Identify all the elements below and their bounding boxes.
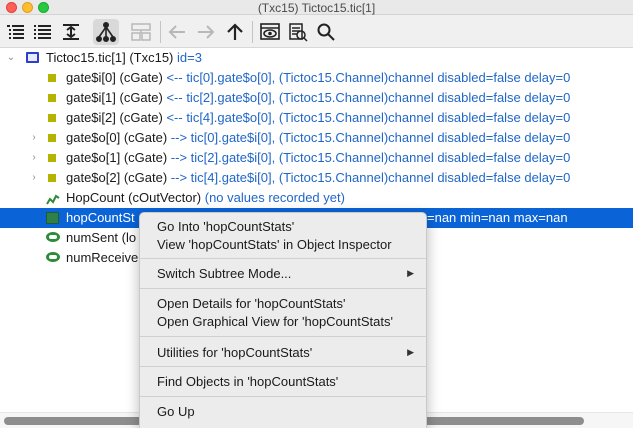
toolbar-separator [252, 21, 253, 43]
hopcount-name: HopCount (cOutVector) [66, 190, 202, 205]
menu-item-go-up[interactable]: Go Up [140, 402, 426, 421]
watch-icon [46, 252, 60, 264]
tree-item-gate[interactable]: gate$i[2] (cGate) <-- tic[4].gate$o[0], … [0, 108, 633, 128]
tree-item-gate[interactable]: › gate$o[2] (cGate) --> tic[4].gate$i[0]… [0, 168, 633, 188]
back-icon[interactable] [164, 19, 190, 45]
gate-icon [46, 152, 58, 164]
statistic-icon [46, 212, 59, 224]
tree-item-gate[interactable]: › gate$o[1] (cGate) --> tic[2].gate$i[0]… [0, 148, 633, 168]
output-vector-icon [46, 192, 60, 205]
numsent-name: numSent (lo [66, 230, 137, 245]
gate-info: <-- tic[0].gate$o[0], (Tictoc15.Channel)… [166, 70, 571, 85]
gate-info: <-- tic[4].gate$o[0], (Tictoc15.Channel)… [166, 110, 571, 125]
menu-item-switch-subtree-mode[interactable]: Switch Subtree Mode... ▶ [140, 264, 426, 283]
submenu-arrow-icon: ▶ [407, 268, 414, 278]
gate-icon [46, 112, 58, 124]
gate-info: --> tic[2].gate$i[0], (Tictoc15.Channel)… [170, 150, 571, 165]
menu-separator [140, 288, 426, 289]
menu-item-go-into[interactable]: Go Into 'hopCountStats' [140, 217, 426, 236]
tree-item-root[interactable]: ⌄ Tictoc15.tic[1] (Txc15) id=3 [0, 48, 633, 68]
menu-separator [140, 336, 426, 337]
hopcountstats-name: hopCountSt [66, 210, 135, 225]
tree-item-label: gate$o[1] (cGate) --> tic[2].gate$i[0], … [66, 148, 570, 168]
hopcountstats-info: =nan min=nan max=nan [427, 210, 568, 225]
gate-info: --> tic[4].gate$i[0], (Tictoc15.Channel)… [170, 170, 571, 185]
tree-item-gate[interactable]: gate$i[1] (cGate) <-- tic[2].gate$o[0], … [0, 88, 633, 108]
children-mode-icon[interactable] [3, 19, 29, 45]
up-icon[interactable] [222, 19, 248, 45]
gate-icon [46, 72, 58, 84]
tree-item-hopcount[interactable]: HopCount (cOutVector) (no values recorde… [0, 188, 633, 208]
menu-item-find-objects[interactable]: Find Objects in 'hopCountStats' [140, 372, 426, 391]
module-icon [26, 52, 39, 63]
gate-name: gate$o[2] (cGate) [66, 170, 168, 185]
menu-item-utilities[interactable]: Utilities for 'hopCountStats' ▶ [140, 343, 426, 362]
gate-name: gate$i[1] (cGate) [66, 90, 163, 105]
gate-icon [46, 92, 58, 104]
tree-item-label: HopCount (cOutVector) (no values recorde… [66, 188, 345, 208]
tree-item-gate[interactable]: gate$i[0] (cGate) <-- tic[0].gate$o[0], … [0, 68, 633, 88]
numreceived-name: numReceive [66, 250, 139, 265]
search-icon[interactable] [313, 19, 339, 45]
chevron-right-icon[interactable]: › [28, 148, 40, 168]
watch-icon [46, 232, 60, 244]
menu-separator [140, 258, 426, 259]
tree-item-label: gate$i[1] (cGate) <-- tic[2].gate$o[0], … [66, 88, 570, 108]
gate-name: gate$i[0] (cGate) [66, 70, 163, 85]
tree-item-label: gate$o[2] (cGate) --> tic[4].gate$i[0], … [66, 168, 570, 188]
menu-separator [140, 366, 426, 367]
chevron-right-icon[interactable]: › [28, 168, 40, 188]
context-menu: Go Into 'hopCountStats' View 'hopCountSt… [139, 212, 427, 428]
menu-item-open-details[interactable]: Open Details for 'hopCountStats' [140, 294, 426, 313]
tree-item-label: gate$i[2] (cGate) <-- tic[4].gate$o[0], … [66, 108, 570, 128]
menu-item-label: Switch Subtree Mode... [157, 266, 292, 281]
menu-item-view-in-inspector[interactable]: View 'hopCountStats' in Object Inspector [140, 235, 426, 254]
inheritance-mode-icon[interactable] [93, 19, 119, 45]
submenu-arrow-icon: ▶ [407, 347, 414, 357]
hopcount-info: (no values recorded yet) [204, 190, 345, 205]
gate-info: <-- tic[2].gate$o[0], (Tictoc15.Channel)… [166, 90, 571, 105]
gate-name: gate$o[0] (cGate) [66, 130, 168, 145]
window-title: (Txc15) Tictoc15.tic[1] [257, 1, 376, 15]
menu-item-label: Utilities for 'hopCountStats' [157, 345, 313, 360]
grid-mode-icon[interactable] [128, 19, 154, 45]
menu-item-open-graphical-view[interactable]: Open Graphical View for 'hopCountStats' [140, 312, 426, 331]
menu-separator [140, 396, 426, 397]
tree-item-label: Tictoc15.tic[1] (Txc15) id=3 [46, 48, 202, 68]
gate-name: gate$i[2] (cGate) [66, 110, 163, 125]
inspect-icon[interactable] [257, 19, 283, 45]
gate-name: gate$o[1] (cGate) [66, 150, 168, 165]
tree-item-gate[interactable]: › gate$o[0] (cGate) --> tic[0].gate$i[0]… [0, 128, 633, 148]
forward-icon[interactable] [193, 19, 219, 45]
gate-icon [46, 132, 58, 144]
grouped-mode-icon[interactable] [58, 19, 84, 45]
toolbar [0, 15, 633, 48]
title-bar: (Txc15) Tictoc15.tic[1] [0, 0, 633, 15]
gate-icon [46, 172, 58, 184]
tree-item-label: gate$o[0] (cGate) --> tic[0].gate$i[0], … [66, 128, 570, 148]
gate-info: --> tic[0].gate$i[0], (Tictoc15.Channel)… [170, 130, 571, 145]
chevron-down-icon[interactable]: ⌄ [5, 48, 17, 68]
flat-mode-icon[interactable] [30, 19, 56, 45]
root-info: id=3 [177, 50, 202, 65]
root-name: Tictoc15.tic[1] (Txc15) [46, 50, 174, 65]
toolbar-separator [160, 21, 161, 43]
chevron-right-icon[interactable]: › [28, 128, 40, 148]
find-objects-icon[interactable] [285, 19, 311, 45]
tree-item-label: gate$i[0] (cGate) <-- tic[0].gate$o[0], … [66, 68, 570, 88]
